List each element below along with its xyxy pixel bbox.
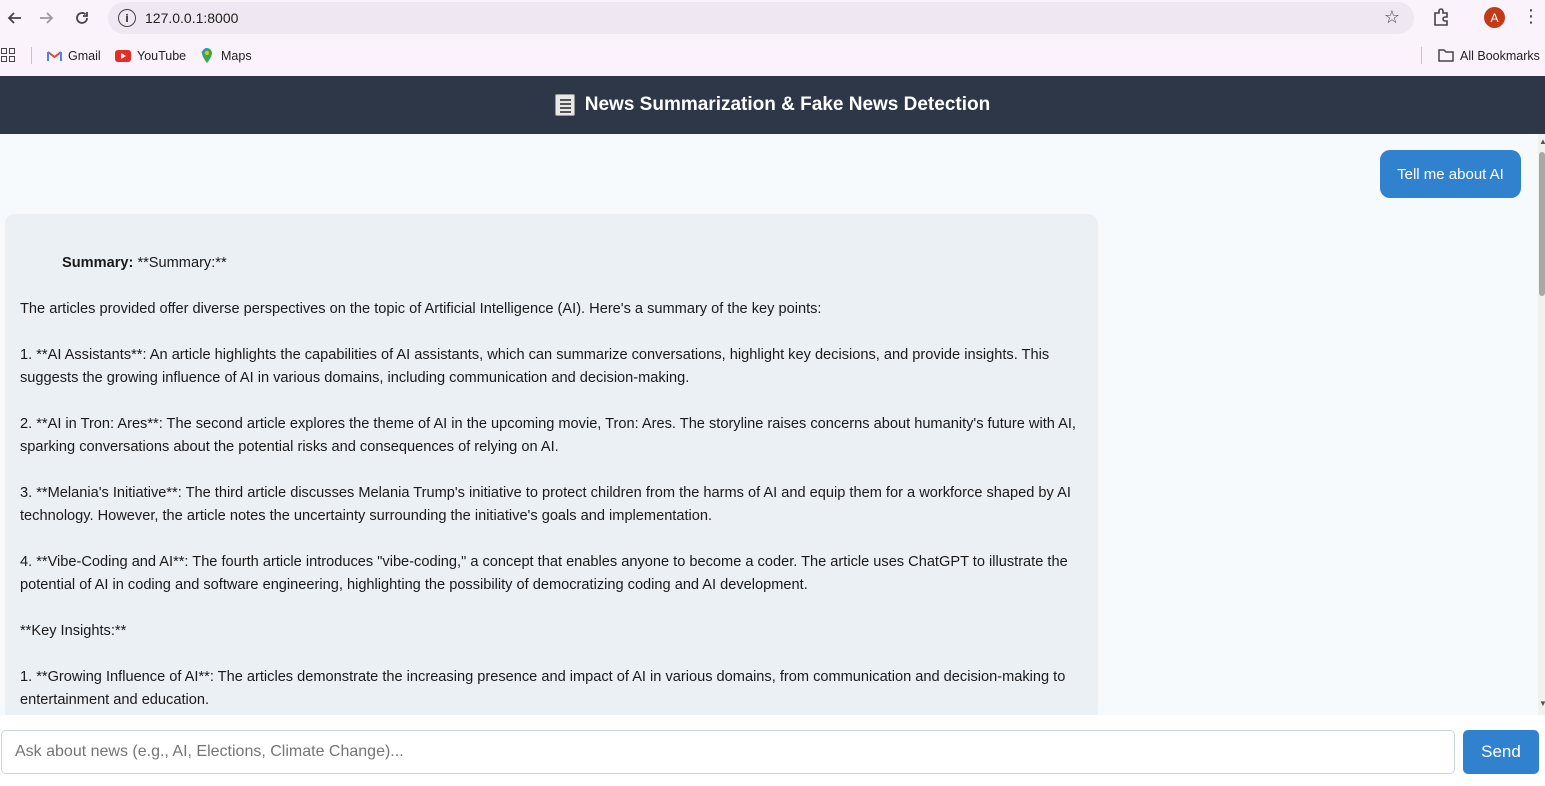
extensions-icon[interactable] (1430, 6, 1452, 28)
chat-area[interactable]: Tell me about AI Summary: **Summary:** T… (0, 134, 1538, 715)
back-arrow-icon[interactable] (0, 3, 30, 33)
folder-icon (1438, 48, 1454, 64)
scroll-up-arrow-icon[interactable]: ▲ (1539, 137, 1545, 146)
bookmark-star-icon[interactable]: ☆ (1384, 7, 1400, 28)
bookmark-divider (1421, 47, 1422, 64)
all-bookmarks-button[interactable]: All Bookmarks (1438, 47, 1540, 64)
profile-avatar[interactable]: A (1484, 7, 1505, 28)
summary-heading-text: **Summary:** (137, 255, 227, 271)
message-paragraph: 1. **Growing Influence of AI**: The arti… (20, 669, 1070, 708)
bot-message: Summary: **Summary:** The articles provi… (5, 214, 1098, 715)
message-paragraph: The articles provided offer diverse pers… (20, 301, 822, 317)
gmail-icon (46, 48, 62, 64)
youtube-icon (115, 48, 131, 64)
message-paragraph: **Key Insights:** (20, 623, 127, 639)
message-paragraph: 3. **Melania's Initiative**: The third a… (20, 485, 1075, 524)
bookmark-label: YouTube (137, 48, 187, 63)
maps-icon (199, 48, 215, 64)
browser-menu-icon[interactable]: ⋮ (1522, 6, 1540, 28)
user-message: Tell me about AI (1380, 150, 1521, 198)
bookmark-divider (31, 47, 32, 64)
app-title: News Summarization & Fake News Detection (584, 94, 991, 115)
url-text[interactable]: 127.0.0.1:8000 (145, 10, 238, 26)
news-query-input[interactable] (1, 730, 1455, 774)
scrollbar-thumb[interactable] (1539, 152, 1545, 296)
forward-arrow-icon[interactable] (31, 3, 61, 33)
browser-toolbar: i 127.0.0.1:8000 ☆ A ⋮ (0, 0, 1545, 36)
summary-label: Summary: (62, 255, 134, 271)
message-paragraph: 2. **AI in Tron: Ares**: The second arti… (20, 416, 1081, 455)
message-paragraph: 1. **AI Assistants**: An article highlig… (20, 347, 1054, 386)
app-header: News Summarization & Fake News Detection (0, 76, 1545, 134)
bookmark-maps[interactable]: Maps (199, 47, 252, 64)
summary-heading: Summary: **Summary:** (20, 252, 1083, 275)
apps-grid-icon[interactable] (1, 48, 15, 62)
site-info-icon[interactable]: i (118, 9, 136, 27)
message-paragraph: 4. **Vibe-Coding and AI**: The fourth ar… (20, 554, 1072, 593)
scroll-down-arrow-icon[interactable]: ▼ (1539, 699, 1545, 708)
bookmark-gmail[interactable]: Gmail (46, 47, 101, 64)
all-bookmarks-label: All Bookmarks (1460, 48, 1540, 63)
bookmark-label: Maps (221, 48, 252, 63)
reload-icon[interactable] (67, 3, 97, 33)
address-bar[interactable]: i 127.0.0.1:8000 ☆ (108, 2, 1414, 34)
newspaper-icon (554, 94, 575, 116)
send-button[interactable]: Send (1463, 730, 1539, 774)
bookmark-youtube[interactable]: YouTube (115, 47, 186, 64)
bookmark-label: Gmail (68, 48, 101, 63)
composer: Send (0, 715, 1545, 786)
